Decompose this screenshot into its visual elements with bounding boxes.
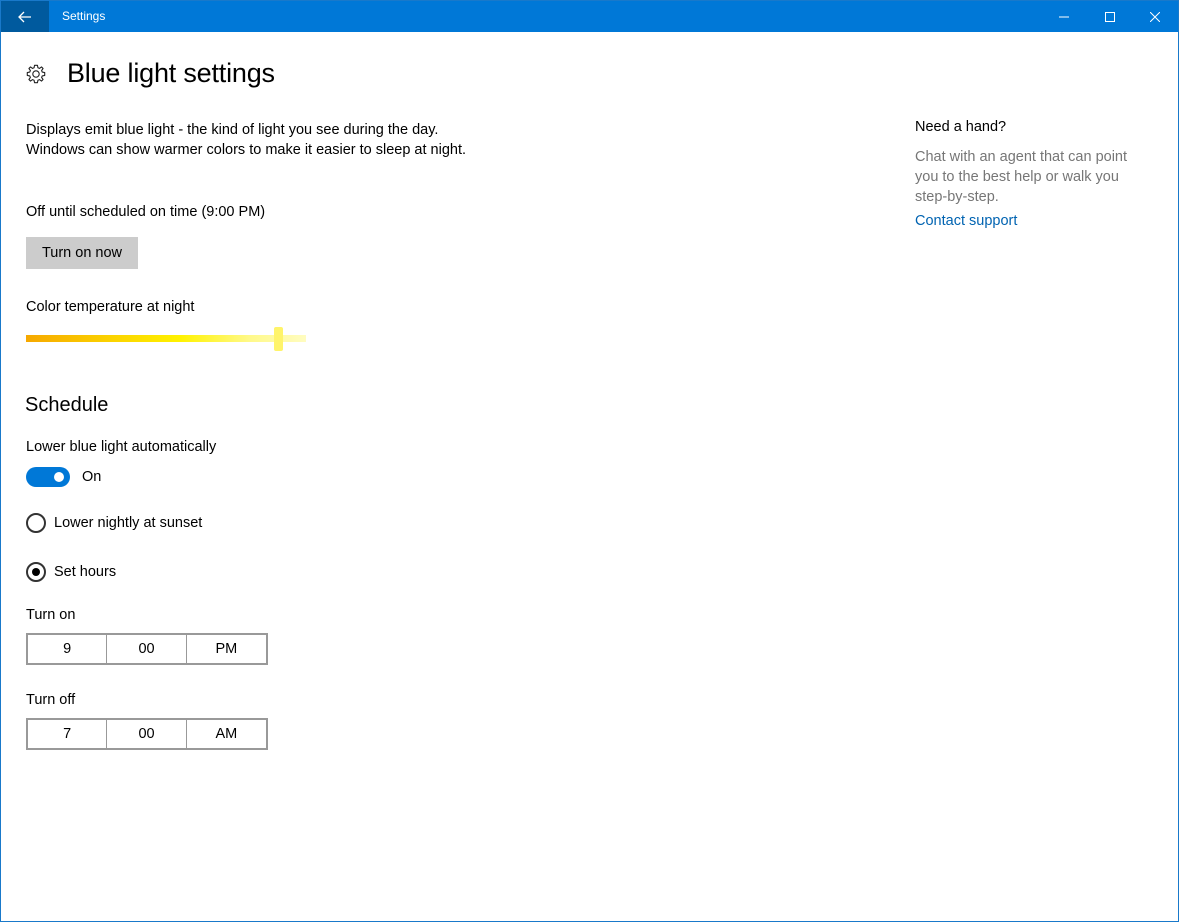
schedule-heading: Schedule	[25, 394, 109, 416]
turn-off-hour[interactable]: 7	[28, 720, 108, 748]
back-arrow-icon	[18, 11, 31, 22]
minimize-button[interactable]	[1041, 1, 1087, 32]
maximize-button[interactable]	[1087, 1, 1133, 32]
color-temperature-slider-thumb[interactable]	[273, 327, 283, 351]
radio-set-hours[interactable]	[26, 562, 46, 582]
lower-blue-light-toggle[interactable]	[26, 467, 70, 487]
turn-on-minute[interactable]: 00	[107, 635, 187, 663]
color-temperature-label: Color temperature at night	[26, 299, 195, 315]
back-button[interactable]	[1, 1, 49, 32]
radio-sunset-label[interactable]: Lower nightly at sunset	[54, 515, 202, 531]
turn-on-period[interactable]: PM	[187, 635, 266, 663]
radio-selected-dot	[32, 568, 40, 576]
title-bar: Settings	[1, 1, 1178, 32]
turn-off-period[interactable]: AM	[187, 720, 266, 748]
turn-off-label: Turn off	[26, 692, 76, 708]
maximize-icon	[1105, 11, 1115, 22]
help-heading: Need a hand?	[915, 119, 1007, 135]
turn-off-minute[interactable]: 00	[107, 720, 187, 748]
turn-on-hour[interactable]: 9	[28, 635, 108, 663]
turn-on-now-button[interactable]: Turn on now	[26, 237, 138, 269]
window-title: Settings	[62, 9, 106, 23]
toggle-knob	[54, 472, 64, 482]
page-title: Blue light settings	[67, 58, 275, 88]
contact-support-link[interactable]: Contact support	[915, 213, 1017, 229]
help-description: Chat with an agent that can point you to…	[915, 149, 1128, 205]
toggle-state-text: On	[82, 469, 102, 485]
minimize-icon	[1059, 16, 1069, 17]
status-text: Off until scheduled on time (9:00 PM)	[26, 204, 266, 220]
color-temperature-slider[interactable]	[26, 335, 306, 342]
turn-on-time-picker[interactable]: 9 00 PM	[26, 633, 268, 665]
lower-blue-light-label: Lower blue light automatically	[26, 439, 217, 455]
description-text: Displays emit blue light - the kind of l…	[26, 122, 467, 158]
turn-on-label: Turn on	[26, 607, 76, 623]
gear-icon	[26, 64, 46, 84]
close-icon	[1150, 11, 1160, 22]
close-button[interactable]	[1132, 1, 1178, 32]
settings-window: Settings Blue light settings Displays em…	[0, 0, 1179, 922]
radio-lower-nightly-at-sunset[interactable]	[26, 513, 46, 533]
turn-off-time-picker[interactable]: 7 00 AM	[26, 718, 268, 750]
radio-set-hours-label[interactable]: Set hours	[54, 564, 116, 580]
